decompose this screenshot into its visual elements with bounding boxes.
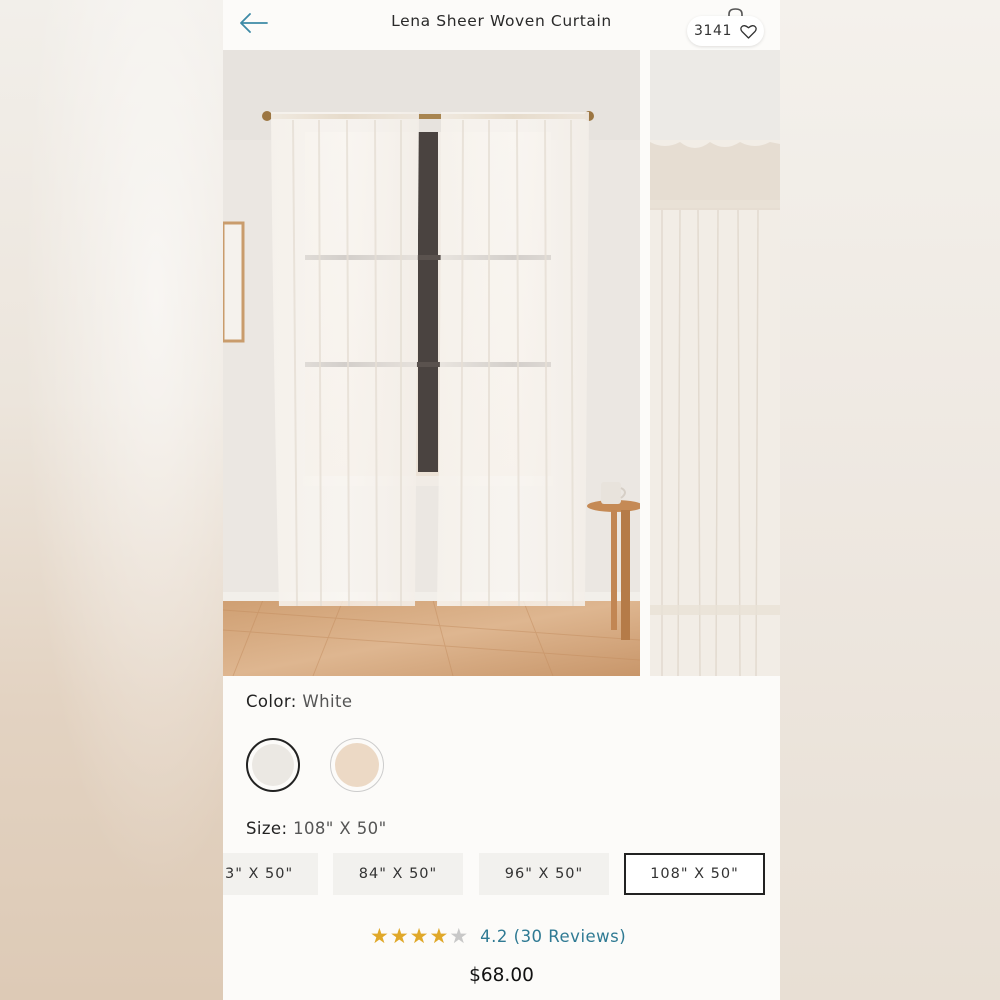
star-icon: ★ — [409, 924, 429, 948]
heart-icon — [740, 24, 757, 39]
size-option-2[interactable]: 84" X 50" — [333, 853, 463, 895]
selected-size: 108" X 50" — [293, 819, 387, 838]
size-option-3[interactable]: 96" X 50" — [479, 853, 609, 895]
favorite-button[interactable]: 3141 — [687, 16, 764, 46]
swatch-natural-fill — [335, 743, 379, 787]
rating-row[interactable]: ★ ★ ★ ★ ★ 4.2 (30 Reviews) — [370, 924, 626, 948]
background-blur-right — [780, 0, 1000, 1000]
curtain-detail-photo — [650, 50, 780, 676]
price: $68.00 — [469, 965, 534, 986]
star-icon: ★ — [389, 924, 409, 948]
color-swatch-natural[interactable] — [330, 738, 384, 792]
star-icon: ★ — [429, 924, 449, 948]
reviews-link[interactable]: 4.2 (30 Reviews) — [480, 927, 626, 946]
product-page: Lena Sheer Woven Curtain 3141 Color: Whi… — [223, 0, 780, 1000]
size-label: Size: 108" X 50" — [246, 819, 387, 838]
image-gallery[interactable] — [223, 50, 780, 676]
star-icon: ★ — [370, 924, 389, 948]
favorites-count: 3141 — [693, 23, 733, 39]
selected-color: White — [302, 692, 353, 711]
color-label-text: Color: — [246, 692, 297, 711]
color-swatch-white[interactable] — [246, 738, 300, 792]
product-image-detail[interactable] — [650, 50, 780, 676]
product-image-main[interactable] — [223, 50, 640, 676]
size-label-text: Size: — [246, 819, 288, 838]
color-label: Color: White — [246, 692, 352, 711]
curtain-room-photo — [223, 50, 640, 676]
background-blur-left — [0, 0, 223, 1000]
size-option-4[interactable]: 108" X 50" — [624, 853, 765, 895]
size-option-1[interactable]: 3" X 50" — [223, 853, 318, 895]
swatch-white-fill — [252, 744, 294, 786]
star-empty-icon: ★ — [449, 924, 469, 948]
